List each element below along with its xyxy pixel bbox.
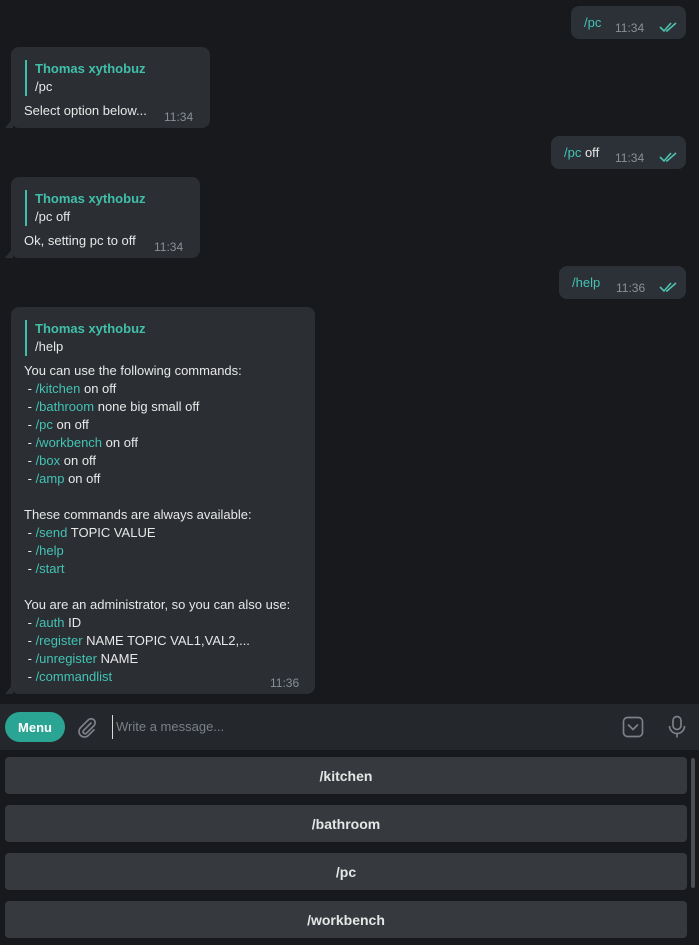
keyboard-scrollbar[interactable] xyxy=(691,758,695,888)
command-line: - /register NAME TOPIC VAL1,VAL2,... xyxy=(24,633,250,648)
message-input[interactable]: Write a message... xyxy=(112,715,602,739)
message-incoming[interactable]: Thomas xythobuz /pc Select option below.… xyxy=(5,47,210,128)
help-always-heading: These commands are always available: xyxy=(24,507,252,522)
message-outgoing[interactable]: /pc off 11:34 xyxy=(551,136,686,169)
bot-keyboard-icon[interactable] xyxy=(622,716,644,743)
command-link[interactable]: /workbench xyxy=(36,435,102,450)
command-line: - /amp on off xyxy=(24,471,101,486)
message-time: 11:34 xyxy=(615,21,645,35)
command-link[interactable]: /start xyxy=(36,561,65,576)
reply-quote[interactable]: Thomas xythobuz /help xyxy=(25,320,146,356)
bubble-tail xyxy=(5,118,13,128)
bot-menu-button[interactable]: Menu xyxy=(5,712,65,742)
command-line: - /commandlist xyxy=(24,669,113,684)
command-link[interactable]: /kitchen xyxy=(36,381,81,396)
command-line: - /pc on off xyxy=(24,417,89,432)
message-outgoing[interactable]: /help 11:36 xyxy=(559,266,686,299)
message-time: 11:36 xyxy=(270,676,300,690)
bubble-tail xyxy=(5,684,13,694)
reply-quoted-text: /pc off xyxy=(35,209,71,224)
message-time: 11:34 xyxy=(164,110,194,124)
command-link[interactable]: /register xyxy=(36,633,83,648)
command-link[interactable]: /send xyxy=(36,525,68,540)
message-composer: Menu Write a message... xyxy=(0,704,699,750)
reply-sender-name: Thomas xythobuz xyxy=(35,321,146,336)
command-link[interactable]: /pc xyxy=(584,14,601,32)
command-link[interactable]: /bathroom xyxy=(36,399,95,414)
keyboard-button[interactable]: /bathroom xyxy=(5,805,687,842)
paperclip-icon[interactable] xyxy=(76,717,98,744)
command-link[interactable]: /help xyxy=(36,543,64,558)
keyboard-button[interactable]: /pc xyxy=(5,853,687,890)
reply-quoted-text: /help xyxy=(35,339,64,354)
help-intro: You can use the following commands: xyxy=(24,363,242,378)
help-admin-heading: You are an administrator, so you can als… xyxy=(24,597,291,612)
message-text: Ok, setting pc to off xyxy=(24,233,136,248)
command-link[interactable]: /pc xyxy=(564,145,581,160)
chat-history[interactable]: /pc 11:34 Thomas xythobuz /pc Select opt… xyxy=(0,0,699,704)
command-link[interactable]: /commandlist xyxy=(36,669,113,684)
command-line: - /send TOPIC VALUE xyxy=(24,525,156,540)
read-check-icon xyxy=(659,151,679,163)
command-line: - /unregister NAME xyxy=(24,651,139,666)
message-time: 11:34 xyxy=(154,240,184,254)
command-link[interactable]: /unregister xyxy=(36,651,97,666)
read-check-icon xyxy=(659,21,679,33)
reply-quote[interactable]: Thomas xythobuz /pc xyxy=(25,60,146,96)
read-check-icon xyxy=(659,281,679,293)
message-incoming[interactable]: Thomas xythobuz /help You can use the fo… xyxy=(5,307,315,694)
bot-keyboard: /kitchen /bathroom /pc /workbench xyxy=(0,750,699,945)
keyboard-button[interactable]: /workbench xyxy=(5,901,687,938)
command-link[interactable]: /box xyxy=(36,453,61,468)
reply-quote[interactable]: Thomas xythobuz /pc off xyxy=(25,190,146,226)
message-time: 11:34 xyxy=(615,151,645,165)
command-line: - /kitchen on off xyxy=(24,381,117,396)
message-incoming[interactable]: Thomas xythobuz /pc off Ok, setting pc t… xyxy=(5,177,200,258)
message-text: Select option below... xyxy=(24,103,147,118)
message-outgoing[interactable]: /pc 11:34 xyxy=(571,6,686,39)
command-link[interactable]: /auth xyxy=(36,615,65,630)
command-line: - /bathroom none big small off xyxy=(24,399,200,414)
command-line: - /workbench on off xyxy=(24,435,138,450)
keyboard-button[interactable]: /kitchen xyxy=(5,757,687,794)
command-line: - /auth ID xyxy=(24,615,82,630)
bubble-tail xyxy=(5,248,13,258)
command-line: - /start xyxy=(24,561,65,576)
message-body: You can use the following commands: - /k… xyxy=(24,362,290,686)
reply-sender-name: Thomas xythobuz xyxy=(35,61,146,76)
message-time: 11:36 xyxy=(616,281,646,295)
command-line: - /box on off xyxy=(24,453,97,468)
command-link[interactable]: /amp xyxy=(36,471,65,486)
reply-sender-name: Thomas xythobuz xyxy=(35,191,146,206)
command-line: - /help xyxy=(24,543,64,558)
microphone-icon[interactable] xyxy=(667,715,687,744)
command-link[interactable]: /pc xyxy=(36,417,53,432)
message-text: off xyxy=(581,145,600,160)
reply-quoted-text: /pc xyxy=(35,79,53,94)
command-link[interactable]: /help xyxy=(572,274,600,292)
